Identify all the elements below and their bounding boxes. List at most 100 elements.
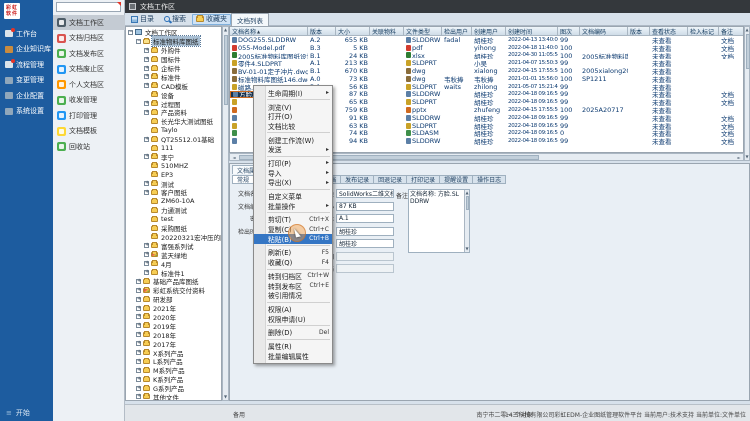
tree-expander-icon[interactable]: + bbox=[136, 323, 141, 328]
sidebar-item-recycle-bin[interactable]: 回收站 bbox=[53, 139, 125, 154]
column-header-name[interactable]: 文档名称▲ bbox=[230, 27, 308, 36]
table-row[interactable]: 2005标准物料库图纸设计开...B.124 KBxlsx胡桂珍2022-04-… bbox=[230, 52, 743, 60]
scroll-down-icon[interactable]: ▼ bbox=[745, 154, 749, 160]
tree-expander-icon[interactable]: + bbox=[144, 270, 149, 275]
detail-tab-发布记录[interactable]: 发布记录 bbox=[341, 175, 374, 184]
tree-expander-icon[interactable]: + bbox=[144, 154, 149, 159]
field-规格[interactable] bbox=[336, 264, 394, 273]
column-header-type[interactable]: 文件类型 bbox=[404, 27, 442, 36]
table-row[interactable]: 055-Model.pdfB.35 KBpdfyihong2022-04-18 … bbox=[230, 44, 743, 52]
context-menu-item[interactable]: 发送▸ bbox=[254, 144, 332, 154]
tree-expander-icon[interactable]: + bbox=[136, 350, 141, 355]
context-menu-item[interactable]: 转到发布区Ctrl+E bbox=[254, 281, 332, 291]
tree-expander-icon[interactable]: + bbox=[136, 359, 141, 364]
context-menu-item[interactable]: 批量操作▸ bbox=[254, 201, 332, 211]
detail-tab-操作日志[interactable]: 操作日志 bbox=[473, 175, 506, 184]
search-button[interactable]: 搜索 bbox=[160, 14, 190, 25]
tree-expander-icon[interactable]: + bbox=[136, 297, 141, 302]
sidebar-item-send-receive-mgmt[interactable]: 收发管理 bbox=[53, 93, 125, 108]
context-menu-item[interactable]: 浏览(V) bbox=[254, 102, 332, 112]
tree-expander-icon[interactable]: + bbox=[144, 83, 149, 88]
tree-expander-icon[interactable]: + bbox=[136, 288, 141, 293]
context-menu-item[interactable]: 删除(D)Del bbox=[254, 327, 332, 337]
tree-expander-icon[interactable]: + bbox=[136, 279, 141, 284]
sidebar-item-doc-archive[interactable]: 文档归档区 bbox=[53, 31, 125, 46]
tree-scroll-thumb[interactable] bbox=[224, 35, 228, 105]
column-header-mat[interactable]: 关联物料 bbox=[370, 27, 404, 36]
sidebar-item-doc-abolish[interactable]: 文档废止区 bbox=[53, 62, 125, 77]
tab-document-list[interactable]: 文档列表 bbox=[231, 13, 269, 26]
context-menu-item[interactable]: 属性(R) bbox=[254, 341, 332, 351]
scroll-down-icon[interactable]: ▼ bbox=[223, 394, 228, 400]
field-检出用户[interactable]: 胡桂珍 bbox=[336, 227, 394, 236]
tree-expander-icon[interactable]: + bbox=[144, 261, 149, 266]
detail-tab-打印记录[interactable]: 打印记录 bbox=[407, 175, 440, 184]
context-menu-item[interactable]: 转到归档区Ctrl+W bbox=[254, 271, 332, 281]
table-row[interactable]: 零件4.SLDPRTA.1213 KBSLDPRT小吴2021-04-07 15… bbox=[230, 59, 743, 67]
context-menu-item[interactable]: 自定义菜单 bbox=[254, 191, 332, 201]
field-文档分类[interactable]: SolidWorks二维文档▼ bbox=[336, 189, 394, 198]
detail-tab-提醒设置[interactable]: 提醒设置 bbox=[440, 175, 473, 184]
context-menu-item[interactable]: 导入▸ bbox=[254, 168, 332, 178]
tree-expander-icon[interactable]: − bbox=[136, 39, 141, 44]
nav-item-enterprise-config[interactable]: 企业配置 bbox=[0, 88, 53, 103]
context-menu-item[interactable]: 文档比较 bbox=[254, 121, 332, 131]
tree-node[interactable]: 长光华大测试图纸 bbox=[126, 117, 221, 126]
tree-expander-icon[interactable]: + bbox=[144, 74, 149, 79]
column-header-cr_user[interactable]: 创建用户 bbox=[472, 27, 506, 36]
context-menu-item[interactable]: 批量编辑属性 bbox=[254, 351, 332, 361]
context-menu-item[interactable]: 打开(O) bbox=[254, 111, 332, 121]
tree-expander-icon[interactable]: − bbox=[128, 30, 133, 35]
tree-expander-icon[interactable]: + bbox=[136, 306, 141, 311]
table-row[interactable]: DOG255.SLDDRWA.2655 KBSLDDRWfadal胡桂珍2022… bbox=[230, 36, 743, 44]
column-header-mark[interactable]: 检入标记 bbox=[688, 27, 719, 36]
sidebar-item-doc-workspace[interactable]: 文档工作区 bbox=[53, 15, 125, 30]
context-menu-item[interactable]: 剪切(T)Ctrl+X bbox=[254, 215, 332, 225]
column-header-code[interactable]: 文档编码 bbox=[580, 27, 628, 36]
table-row[interactable]: BV-01-01定子冲片.dwgB.1670 KBdwgxialong2022-… bbox=[230, 67, 743, 75]
detail-tab-常规[interactable]: 常规 bbox=[232, 175, 254, 184]
field-大小[interactable]: 87 KB bbox=[336, 202, 394, 211]
vscroll-thumb[interactable] bbox=[746, 34, 750, 69]
sidebar-item-personal-docs[interactable]: 个人文档区 bbox=[53, 77, 125, 92]
tree-expander-icon[interactable]: + bbox=[144, 190, 149, 195]
favorites-button[interactable]: 收藏夹 bbox=[192, 14, 231, 25]
column-header-seq[interactable]: 图次 bbox=[558, 27, 580, 36]
column-header-ver[interactable]: 版本 bbox=[308, 27, 336, 36]
nav-item-knowledge-base[interactable]: 企业知识库 bbox=[0, 42, 53, 57]
context-menu-item[interactable]: 生命周期(I)▸ bbox=[254, 88, 332, 98]
scroll-up-icon[interactable]: ▲ bbox=[745, 27, 749, 33]
tree-expander-icon[interactable]: + bbox=[144, 66, 149, 71]
sidebar-item-print-mgmt[interactable]: 打印管理 bbox=[53, 108, 125, 123]
column-header-ver2[interactable]: 版本 bbox=[628, 27, 650, 36]
tree-expander-icon[interactable]: + bbox=[136, 394, 141, 399]
remark-scrollbar[interactable]: ▲ ▼ bbox=[464, 190, 469, 252]
tree-node[interactable]: 力通测试 bbox=[126, 206, 221, 215]
context-menu-item[interactable]: 打印(P)▸ bbox=[254, 158, 332, 168]
tree-node[interactable]: +客户图纸 bbox=[126, 188, 221, 197]
tree-expander-icon[interactable]: + bbox=[144, 137, 149, 142]
scroll-down-icon[interactable]: ▼ bbox=[465, 246, 469, 252]
nav-item-change-mgmt[interactable]: 变更管理 bbox=[0, 73, 53, 88]
tree-expander-icon[interactable]: + bbox=[136, 314, 141, 319]
tree-expander-icon[interactable]: + bbox=[136, 377, 141, 382]
table-row[interactable]: 标准物料库图纸146.dwgA.073 KBdwg韦秋捧韦秋捧2021-01-0… bbox=[230, 75, 743, 83]
tree-expander-icon[interactable]: + bbox=[144, 243, 149, 248]
column-header-out_user[interactable]: 检出用户 bbox=[442, 27, 472, 36]
remark-textarea[interactable]: 文档名称: 方脸.SLDDRW ▲ ▼ bbox=[408, 189, 470, 253]
tree-expander-icon[interactable]: + bbox=[144, 57, 149, 62]
column-header-time[interactable]: 创建时间 bbox=[506, 27, 558, 36]
tree-expander-icon[interactable]: + bbox=[144, 48, 149, 53]
scroll-up-icon[interactable]: ▲ bbox=[223, 27, 228, 33]
search-input[interactable] bbox=[56, 2, 121, 12]
tree-node[interactable]: +QT25512.01基础 bbox=[126, 135, 221, 144]
tree-expander-icon[interactable]: + bbox=[144, 101, 149, 106]
column-header-note[interactable]: 备注 bbox=[719, 27, 744, 36]
context-menu-item[interactable]: 权限申请(U) bbox=[254, 314, 332, 324]
field-创建用户[interactable]: 胡桂珍 bbox=[336, 239, 394, 248]
tree-expander-icon[interactable]: + bbox=[136, 332, 141, 337]
tree-expander-icon[interactable]: + bbox=[136, 341, 141, 346]
tree-expander-icon[interactable]: + bbox=[144, 110, 149, 115]
tree-expander-icon[interactable]: + bbox=[136, 386, 141, 391]
directory-button[interactable]: 目录 bbox=[127, 14, 158, 25]
